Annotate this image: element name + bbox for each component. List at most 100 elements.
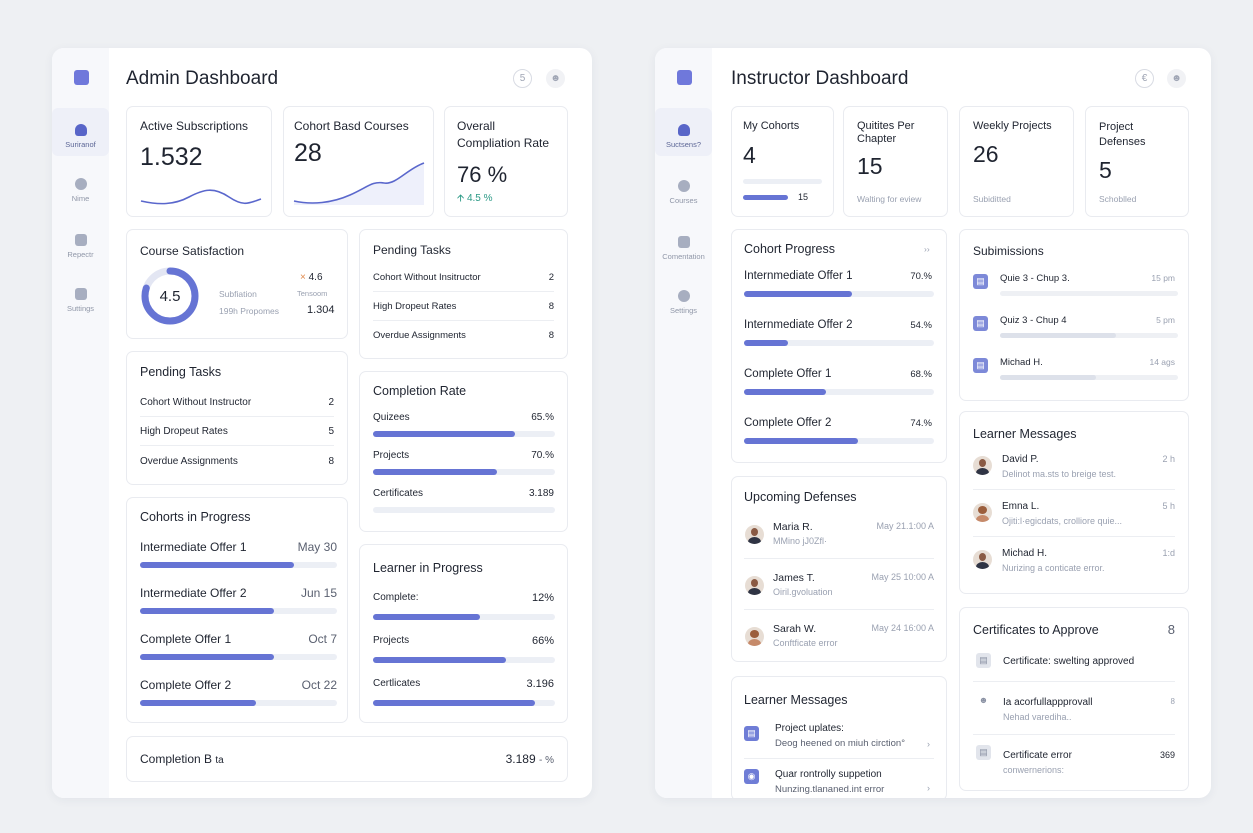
completion-b-card[interactable]: Completion B ta 3.189 - % [126, 736, 568, 782]
admin-sidebar-item-settings[interactable]: Suttings [52, 288, 109, 313]
mail-icon [677, 236, 690, 248]
submission-time: 5 pm [1156, 315, 1175, 325]
currency-icon[interactable]: € [1135, 69, 1154, 88]
stat-card-project-defenses[interactable]: Project Defenses 5 Schoblled [1085, 106, 1189, 217]
progress-bar [373, 657, 555, 663]
learner-messages-card: Learner Messages David P. Delinot ma.sts … [959, 411, 1189, 594]
user-icon[interactable]: ☻ [1167, 69, 1186, 88]
cohort-date: Jun 15 [300, 586, 337, 600]
progress-bar [140, 562, 337, 568]
list-item[interactable]: Cohort Without Insitructor 2 [373, 263, 554, 292]
cohort-value: 74.% [910, 418, 932, 429]
defense-name[interactable]: Maria R. [773, 521, 813, 533]
progress-bar [373, 700, 555, 706]
stat-card-quizzes-per-chapter[interactable]: Quitites Per Chapter 15 Walting for evie… [843, 106, 948, 217]
user-icon: ☻ [976, 692, 991, 707]
defense-subtitle: Conftficate error [773, 638, 838, 648]
list-item[interactable]: High Dropeut Rates 8 [373, 292, 554, 321]
cohort-name[interactable]: Complete Offer 1 [140, 632, 231, 646]
count-badge: 8 [1167, 622, 1175, 637]
submission-title[interactable]: Quie 3 - Chup 3. [1000, 273, 1070, 284]
progress-bar [744, 340, 934, 346]
sender-name[interactable]: David P. [1002, 454, 1039, 465]
chevron-right-icon[interactable]: ›› [924, 244, 930, 254]
cohort-date: May 30 [297, 540, 337, 554]
list-item[interactable]: Overdue Assignments 8 [140, 447, 334, 476]
message-icon: ◉ [744, 769, 759, 784]
stat-value: 1.532 [140, 143, 203, 171]
submission-title[interactable]: Michad H. [1000, 357, 1043, 368]
admin-sidebar-item-subscriptions[interactable]: Suriranof [52, 108, 109, 156]
cohort-value: 70.% [910, 271, 932, 282]
progress-bar [744, 291, 934, 297]
sender-name[interactable]: Emna L. [1002, 501, 1039, 512]
cohort-name[interactable]: Intermediate Offer 2 [140, 586, 247, 600]
defense-name[interactable]: Sarah W. [773, 623, 816, 635]
document-icon: ▤ [973, 274, 988, 289]
defense-name[interactable]: James T. [773, 572, 815, 584]
message-preview: Nurizing a conticate error. [1002, 563, 1105, 573]
progress-bar [744, 438, 934, 444]
submission-title[interactable]: Quiz 3 - Chup 4 [1000, 315, 1067, 326]
cohort-name[interactable]: Complete Offer 2 [744, 417, 831, 429]
defense-subtitle: MMino jJ0Zfl· [773, 536, 828, 546]
completion-label: Projects [373, 450, 410, 461]
stat-card-cohort-courses[interactable]: Cohort Basd Courses 28 [283, 106, 434, 217]
admin-sidebar-item-reports[interactable]: Repectr [52, 234, 109, 259]
delta-badge: 🡩 4.5 % [457, 193, 493, 204]
app-logo [74, 70, 89, 85]
pending-tasks-card-secondary: Pending Tasks Cohort Without Insitructor… [359, 229, 568, 359]
list-item[interactable]: High Dropeut Rates 5 [140, 417, 334, 446]
progress-bar [744, 389, 934, 395]
stat-card-active-subscriptions[interactable]: Active Subscriptions 1.532 [126, 106, 272, 217]
cohort-name[interactable]: Complete Offer 1 [744, 368, 831, 380]
list-item[interactable]: Cohort Without Instructor 2 [140, 388, 334, 417]
submission-time: 14 ags [1149, 357, 1175, 367]
completion-label: Certificates [373, 488, 424, 499]
stat-value: 15 [857, 153, 883, 179]
document-icon: ▤ [744, 726, 759, 741]
pending-tasks-card: Pending Tasks Cohort Without Instructor 2… [126, 351, 348, 485]
instructor-sidebar: Suctsens? Courses Comentation Settings [655, 48, 712, 798]
cohort-progress-card: Cohort Progress ›› Internmediate Offer 1… [731, 229, 947, 463]
submission-time: 15 pm [1151, 273, 1175, 283]
help-icon[interactable]: 5 [513, 69, 532, 88]
stat-value: 4 [743, 142, 756, 168]
progress-bar [373, 469, 555, 475]
stat-card-overall-completion[interactable]: Overall Compliation Rate 76 % 🡩 4.5 % [444, 106, 568, 217]
cohort-name[interactable]: Internmediate Offer 1 [744, 270, 852, 282]
sparkline [140, 189, 262, 205]
satisfaction-score: 4.5 [160, 288, 181, 305]
cohort-name[interactable]: Internmediate Offer 2 [744, 319, 852, 331]
progress-bar [1000, 333, 1178, 338]
admin-sidebar-item-nime[interactable]: Nime [52, 178, 109, 203]
avatar [973, 550, 992, 569]
chevron-right-icon[interactable]: › [927, 783, 930, 793]
completion-label: Quizees [373, 412, 410, 423]
cohort-name[interactable]: Intermediate Offer 1 [140, 540, 247, 554]
sender-name[interactable]: Michad H. [1002, 548, 1047, 559]
completion-value: 3.189 [528, 488, 554, 499]
defense-time: May 25 10:00 A [871, 572, 934, 582]
user-icon[interactable]: ☻ [546, 69, 565, 88]
instructor-sidebar-item-comentation[interactable]: Comentation [655, 236, 712, 261]
circle-icon [74, 178, 87, 190]
chevron-right-icon[interactable]: › [927, 739, 930, 749]
app-logo [677, 70, 692, 85]
document-icon: ▤ [973, 316, 988, 331]
upcoming-defenses-card: Upcoming Defenses Maria R. MMino jJ0Zfl· M… [731, 476, 947, 662]
message-time: 5 h [1162, 501, 1175, 511]
progress-bar [1000, 375, 1178, 380]
instructor-sidebar-item-subscriptions[interactable]: Suctsens? [655, 108, 712, 156]
stat-card-weekly-projects[interactable]: Weekly Projects 26 Subiditted [959, 106, 1074, 217]
stat-card-my-cohorts[interactable]: My Cohorts 4 15 [731, 106, 834, 217]
cohort-name[interactable]: Complete Offer 2 [140, 678, 231, 692]
cohorts-in-progress-card: Cohorts in Progress Intermediate Offer 1… [126, 497, 348, 723]
certificates-to-approve-card: Certificates to Approve 8 ▤ Certificate:… [959, 607, 1189, 791]
message-preview: Delinot ma.sts to breige test. [1002, 469, 1117, 479]
list-item[interactable]: Overdue Assignments 8 [373, 321, 554, 350]
progress-bar [1000, 291, 1178, 296]
progress-bar [373, 614, 555, 620]
instructor-sidebar-item-courses[interactable]: Courses [655, 180, 712, 205]
instructor-sidebar-item-settings[interactable]: Settings [655, 290, 712, 315]
